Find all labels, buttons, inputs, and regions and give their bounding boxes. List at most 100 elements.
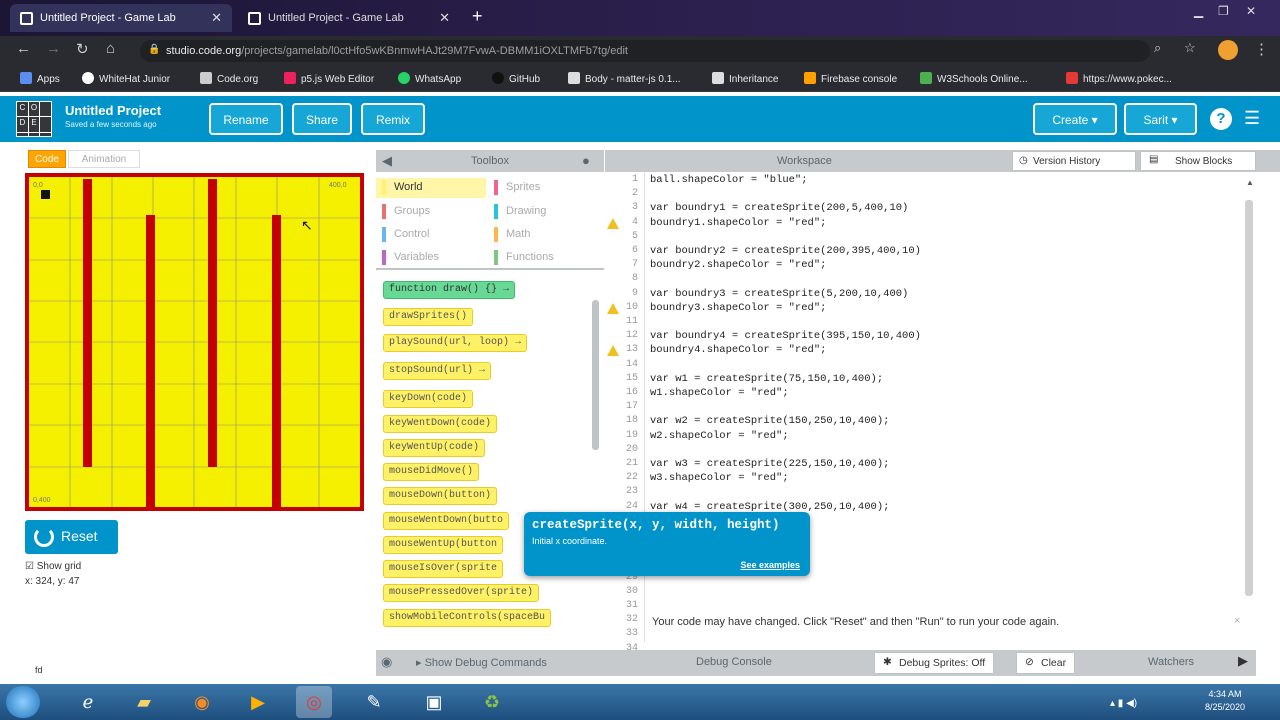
block-mousedidmove[interactable]: mouseDidMove() bbox=[383, 463, 480, 481]
block-showmobilecontrols[interactable]: showMobileControls(spaceBu bbox=[383, 609, 552, 627]
block-stopsound[interactable]: stopSound(url) → bbox=[383, 362, 492, 380]
tab-code[interactable]: Code bbox=[28, 150, 66, 168]
clear-button[interactable]: ⊘ Clear bbox=[1016, 652, 1076, 674]
tab-animation[interactable]: Animation bbox=[68, 150, 140, 168]
back-icon[interactable]: ← bbox=[16, 40, 31, 57]
file-explorer-icon[interactable]: ▰ bbox=[126, 686, 162, 718]
profile-avatar[interactable] bbox=[1218, 40, 1238, 60]
restore-icon[interactable]: ❐ bbox=[1218, 4, 1229, 18]
codeorg-logo[interactable]: CO DE bbox=[16, 101, 52, 137]
close-tab-icon[interactable]: ✕ bbox=[211, 10, 222, 26]
warning-icon[interactable] bbox=[607, 345, 619, 357]
code-line[interactable]: var w2 = createSprite(150,250,10,400); bbox=[650, 415, 889, 427]
block-keywentdown[interactable]: keyWentDown(code) bbox=[383, 415, 498, 433]
internet-explorer-icon[interactable]: ℯ bbox=[70, 686, 106, 718]
scroll-up-icon[interactable]: ▲ bbox=[1246, 178, 1254, 187]
app-icon[interactable]: ✎ bbox=[356, 686, 392, 718]
code-line[interactable]: var w4 = createSprite(300,250,10,400); bbox=[650, 501, 889, 513]
forward-icon[interactable]: → bbox=[46, 40, 61, 57]
game-canvas[interactable]: 0,0 400,0 0,400 ↖ bbox=[25, 173, 364, 511]
bookmark-github[interactable]: GitHub bbox=[492, 72, 540, 85]
chrome-icon[interactable]: ◎ bbox=[296, 686, 332, 718]
code-line[interactable]: w1.shapeColor = "red"; bbox=[650, 387, 789, 399]
dismiss-notice-icon[interactable]: × bbox=[1234, 615, 1240, 627]
debug-sprites-button[interactable]: ✱ Debug Sprites: Off bbox=[874, 652, 995, 674]
warning-icon[interactable] bbox=[607, 217, 619, 229]
category-world[interactable]: World bbox=[376, 178, 486, 198]
block-keywentup[interactable]: keyWentUp(code) bbox=[383, 439, 486, 457]
block-playsound[interactable]: playSound(url, loop) → bbox=[383, 334, 528, 352]
code-line[interactable]: ball.shapeColor = "blue"; bbox=[650, 174, 808, 186]
app-icon[interactable]: ▣ bbox=[416, 686, 452, 718]
help-icon[interactable]: ? bbox=[1210, 108, 1232, 130]
bookmark-matterjs[interactable]: Body - matter-js 0.1... bbox=[568, 72, 681, 85]
close-tab-icon[interactable]: ✕ bbox=[439, 10, 450, 26]
warning-icon[interactable] bbox=[607, 302, 619, 314]
code-line[interactable]: var boundry3 = createSprite(5,200,10,400… bbox=[650, 288, 908, 300]
code-line[interactable]: boundry4.shapeColor = "red"; bbox=[650, 344, 826, 356]
bookmark-apps[interactable]: Apps bbox=[20, 72, 60, 85]
new-tab-icon[interactable]: + bbox=[472, 6, 483, 27]
category-sprites[interactable]: Sprites bbox=[488, 178, 600, 198]
version-history-button[interactable]: ◷ Version History bbox=[1012, 151, 1136, 171]
toolbox-settings-icon[interactable]: ● bbox=[582, 153, 590, 168]
editor-scrollbar[interactable] bbox=[1245, 200, 1253, 596]
bookmark-w3schools[interactable]: W3Schools Online... bbox=[920, 72, 1028, 85]
collapse-debug-icon[interactable]: ◉ bbox=[381, 654, 392, 670]
rename-button[interactable]: Rename bbox=[209, 103, 283, 135]
bookmark-star-icon[interactable]: ☆ bbox=[1184, 40, 1196, 56]
home-icon[interactable]: ⌂ bbox=[106, 40, 115, 57]
bookmark-whatsapp[interactable]: WhatsApp bbox=[398, 72, 461, 85]
block-function-draw[interactable]: function draw() {} → bbox=[383, 281, 516, 299]
toolbox-scrollbar[interactable] bbox=[592, 300, 599, 450]
tray-icons[interactable]: ▴ ▮ ◀) bbox=[1110, 698, 1137, 709]
block-mouseisover[interactable]: mouseIsOver(sprite bbox=[383, 560, 504, 578]
code-line[interactable]: var boundry2 = createSprite(200,395,400,… bbox=[650, 245, 921, 257]
media-player-icon[interactable]: ▶ bbox=[240, 686, 276, 718]
show-blocks-button[interactable]: ▤ Show Blocks bbox=[1140, 151, 1256, 171]
code-line[interactable]: boundry2.shapeColor = "red"; bbox=[650, 259, 826, 271]
reload-icon[interactable]: ↻ bbox=[76, 40, 89, 58]
code-line[interactable]: var w3 = createSprite(225,150,10,400); bbox=[650, 458, 889, 470]
lock-icon[interactable]: 🔒 bbox=[148, 44, 160, 55]
block-mousewentdown[interactable]: mouseWentDown(butto bbox=[383, 512, 510, 530]
category-variables[interactable]: Variables bbox=[376, 248, 486, 268]
category-math[interactable]: Math bbox=[488, 225, 600, 245]
block-keydown[interactable]: keyDown(code) bbox=[383, 390, 474, 408]
app-icon[interactable]: ♻ bbox=[474, 686, 510, 718]
category-groups[interactable]: Groups bbox=[376, 202, 486, 222]
system-clock[interactable]: 4:34 AM 8/25/2020 bbox=[1200, 688, 1250, 714]
block-mousepressedover[interactable]: mousePressedOver(sprite) bbox=[383, 584, 540, 602]
collapse-toolbox-icon[interactable]: ◀ bbox=[382, 153, 392, 169]
windows-start-icon[interactable] bbox=[6, 686, 40, 718]
code-line[interactable]: var boundry1 = createSprite(200,5,400,10… bbox=[650, 202, 908, 214]
remix-button[interactable]: Remix bbox=[361, 103, 425, 135]
minimize-icon[interactable]: ▁ bbox=[1194, 4, 1203, 18]
code-line[interactable]: boundry1.shapeColor = "red"; bbox=[650, 217, 826, 229]
url-input[interactable]: studio.code.org/projects/gamelab/l0ctHfo… bbox=[140, 40, 1150, 62]
browser-tab[interactable]: Untitled Project - Game Lab ✕ bbox=[238, 4, 460, 32]
show-debug-commands-toggle[interactable]: ▸ Show Debug Commands bbox=[416, 656, 547, 669]
code-line[interactable]: w2.shapeColor = "red"; bbox=[650, 430, 789, 442]
bookmark-firebase[interactable]: Firebase console bbox=[804, 72, 897, 85]
browser-tab-active[interactable]: Untitled Project - Game Lab ✕ bbox=[10, 4, 232, 32]
see-examples-link[interactable]: See examples bbox=[740, 560, 800, 570]
user-dropdown[interactable]: Sarit ▾ bbox=[1124, 103, 1197, 135]
close-window-icon[interactable]: ✕ bbox=[1246, 4, 1256, 18]
firefox-icon[interactable]: ◉ bbox=[184, 686, 220, 718]
block-mousewentup[interactable]: mouseWentUp(button bbox=[383, 536, 504, 554]
code-line[interactable]: var w1 = createSprite(75,150,10,400); bbox=[650, 373, 883, 385]
bookmark-whitehat[interactable]: WhiteHat Junior bbox=[82, 72, 170, 85]
category-functions[interactable]: Functions bbox=[488, 248, 600, 268]
code-line[interactable]: var boundry4 = createSprite(395,150,10,4… bbox=[650, 330, 921, 342]
category-drawing[interactable]: Drawing bbox=[488, 202, 600, 222]
create-dropdown[interactable]: Create ▾ bbox=[1033, 103, 1117, 135]
block-drawsprites[interactable]: drawSprites() bbox=[383, 308, 474, 326]
code-line[interactable]: boundry3.shapeColor = "red"; bbox=[650, 302, 826, 314]
bookmark-codeorg[interactable]: Code.org bbox=[200, 72, 258, 85]
hamburger-menu-icon[interactable]: ☰ bbox=[1244, 108, 1266, 128]
code-line[interactable]: w3.shapeColor = "red"; bbox=[650, 472, 789, 484]
block-mousedown[interactable]: mouseDown(button) bbox=[383, 487, 498, 505]
expand-watchers-icon[interactable]: ▶ bbox=[1238, 653, 1248, 669]
menu-dots-icon[interactable]: ⋮ bbox=[1254, 40, 1269, 58]
